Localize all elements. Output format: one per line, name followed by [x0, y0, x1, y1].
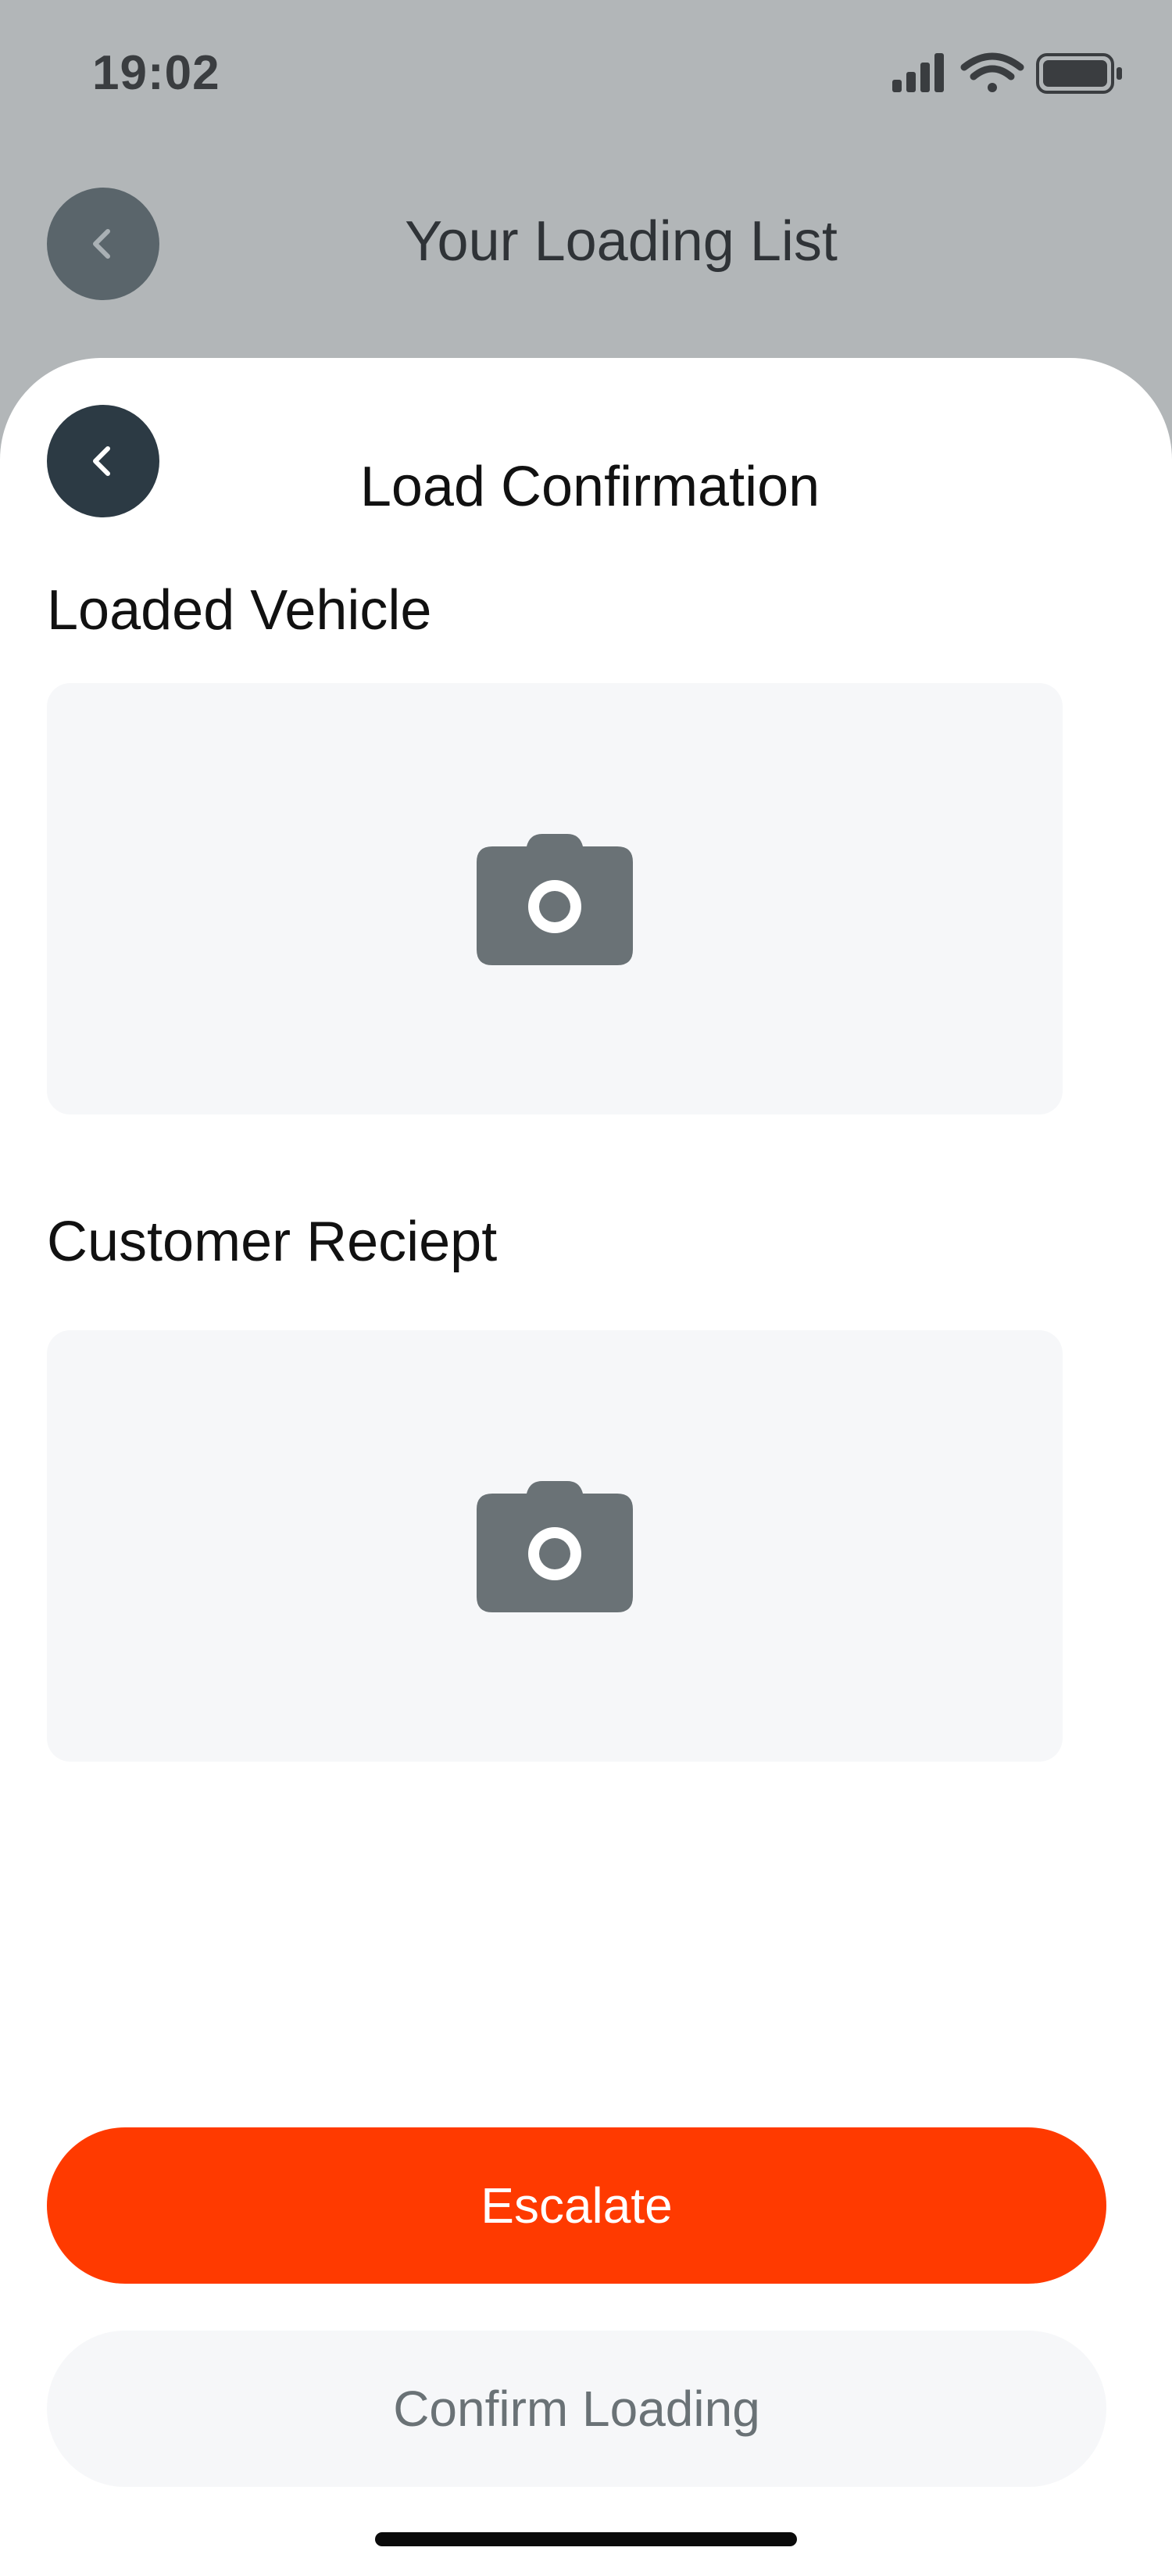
- background-page-title: Your Loading List: [405, 210, 838, 273]
- cellular-signal-icon: [892, 53, 944, 92]
- customer-receipt-photo-upload[interactable]: [47, 1330, 1063, 1762]
- loaded-vehicle-label: Loaded Vehicle: [47, 579, 432, 642]
- battery-icon: [1036, 53, 1122, 94]
- wifi-icon: [960, 52, 1024, 92]
- status-time: 19:02: [92, 46, 220, 100]
- escalate-button[interactable]: Escalate: [47, 2127, 1106, 2284]
- status-icons-svg: [892, 52, 1122, 94]
- sheet-title: Load Confirmation: [359, 456, 820, 518]
- customer-receipt-label: Customer Reciept: [47, 1211, 498, 1273]
- status-icons: [892, 50, 1127, 97]
- camera-icon: [477, 834, 633, 965]
- app-screen: 19:02 Your Loading List Load Confirmatio…: [0, 0, 1172, 2576]
- camera-icon: [477, 1481, 633, 1612]
- loaded-vehicle-photo-upload[interactable]: [47, 683, 1063, 1114]
- confirm-loading-button[interactable]: Confirm Loading: [47, 2331, 1106, 2487]
- home-indicator: [375, 2532, 797, 2546]
